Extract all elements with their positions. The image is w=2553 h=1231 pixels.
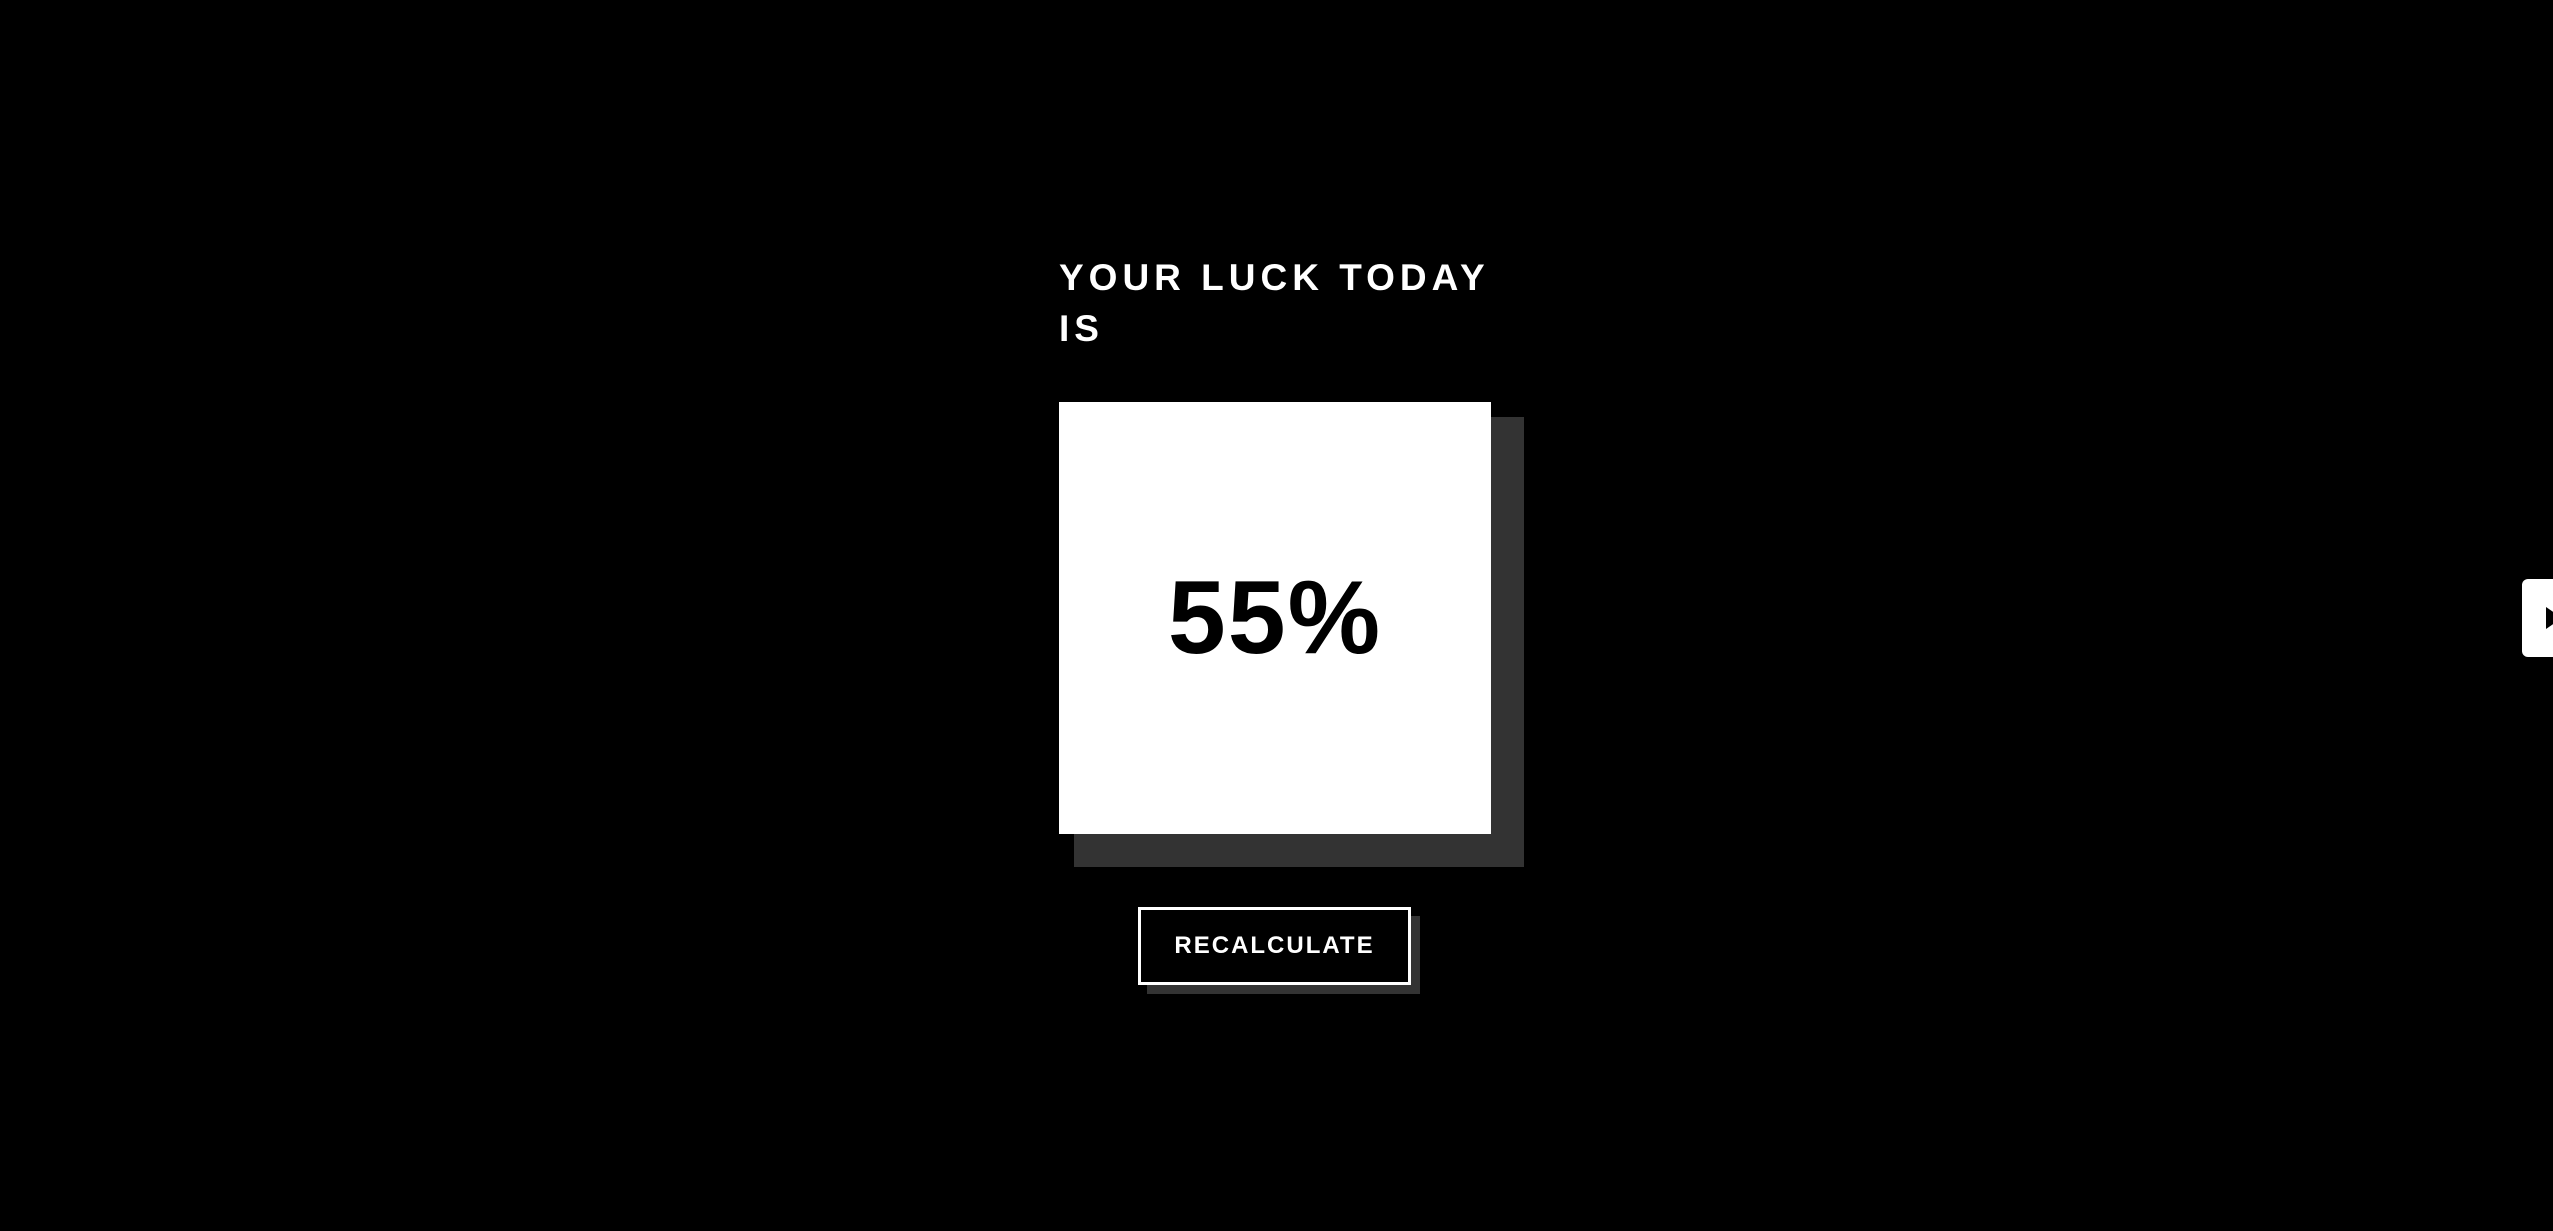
luck-card: 55%	[1059, 402, 1491, 834]
luck-percentage: 55%	[1167, 560, 1383, 676]
side-tab[interactable]	[2522, 579, 2553, 657]
page: YOUR LUCK TODAY IS 55% RECALCULATE	[0, 0, 2553, 1231]
recalculate-button[interactable]: RECALCULATE	[1138, 907, 1411, 985]
page-heading: YOUR LUCK TODAY IS	[1059, 257, 1489, 349]
play-icon	[2546, 607, 2553, 629]
